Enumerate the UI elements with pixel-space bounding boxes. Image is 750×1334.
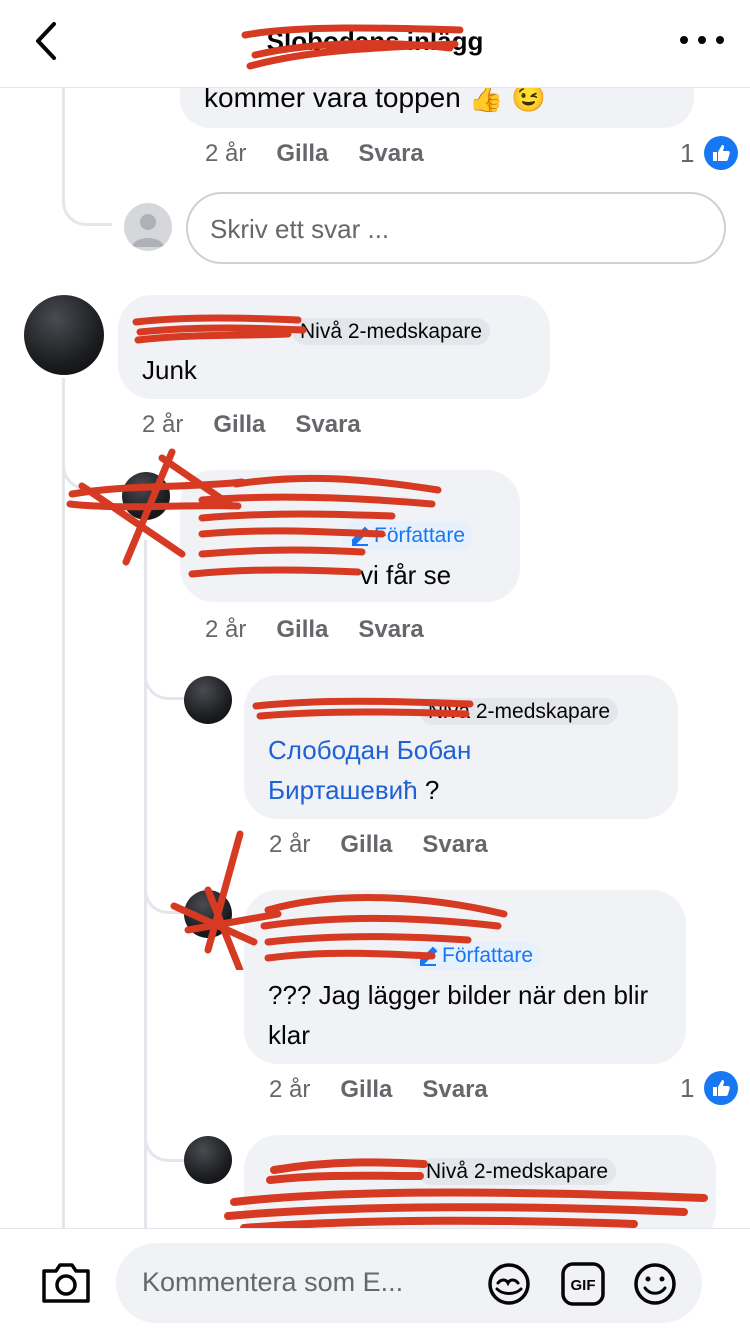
thread-connector [144,860,186,914]
like-link[interactable]: Gilla [213,411,265,438]
role-badge: Nivå 2-medskapare [420,698,619,725]
avatar[interactable] [184,890,232,938]
comment-author[interactable]: Nivå 2-medskapare [268,698,619,725]
comment-meta: 2 år Gilla Svara [269,1076,488,1104]
thread-connector [144,1110,186,1162]
like-count[interactable]: 1 [680,1071,739,1105]
comment-meta: 2 år Gilla Svara [205,616,424,644]
reply-input-placeholder: Skriv ett svar ... [210,214,390,244]
comment-age: 2 år [205,616,247,643]
mention-link[interactable]: Слободан Бобан [268,735,471,765]
role-badge: Författare [374,524,466,547]
avatar[interactable] [122,472,170,520]
comment-text: vi får se [204,555,451,595]
comment-meta: 2 år Gilla Svara [205,140,424,168]
comment-composer-bar: Kommentera som E... GIF [0,1228,750,1334]
comment-author[interactable]: Författare [268,942,542,972]
author-badge: Författare [410,942,542,970]
user-avatar [124,203,172,251]
thread-connector [144,650,186,700]
role-badge: Författare [442,944,534,967]
like-count-number: 1 [680,137,695,168]
reply-link[interactable]: Svara [358,140,423,167]
like-count-number: 1 [680,1072,695,1103]
thread-connector [62,88,112,226]
like-link[interactable]: Gilla [276,616,328,643]
thread-line [62,378,65,1228]
comment-author[interactable]: Nivå 2-medskapare [268,1158,617,1185]
avatar-sticker-icon[interactable] [486,1261,532,1307]
like-icon [704,136,739,170]
reply-input[interactable]: Skriv ett svar ... [186,192,726,264]
like-link[interactable]: Gilla [276,140,328,167]
comment-author[interactable]: Författare [204,522,474,552]
comment-meta: 2 år Gilla Svara [269,831,488,859]
avatar[interactable] [184,1136,232,1184]
page-title: Slobodans inlägg [266,26,484,56]
comment-text-suffix: ? [417,775,440,805]
role-badge: Nivå 2-medskapare [418,1158,617,1185]
reply-link[interactable]: Svara [422,1076,487,1103]
svg-text:GIF: GIF [571,1277,596,1294]
comment-age: 2 år [269,1076,311,1103]
comment-input[interactable]: Kommentera som E... GIF [116,1243,702,1323]
gif-icon[interactable]: GIF [560,1261,606,1307]
like-icon [704,1071,739,1105]
more-icon[interactable] [680,22,724,58]
like-link[interactable]: Gilla [340,831,392,858]
reply-link[interactable]: Svara [358,616,423,643]
pencil-icon [420,946,438,966]
avatar[interactable] [24,295,104,375]
author-badge: Författare [342,522,474,550]
role-badge: Nivå 2-medskapare [292,318,491,345]
comment-text: Слободан Бобан Бирташевић ? [268,730,668,810]
comment-age: 2 år [142,411,184,438]
comment-meta: 2 år Gilla Svara [142,411,361,439]
mention-link[interactable]: Бирташевић [268,775,418,805]
comment-text: Junk [142,355,197,385]
reply-link[interactable]: Svara [422,831,487,858]
like-count[interactable]: 1 [680,136,739,170]
emoji-icon[interactable] [632,1261,678,1307]
comment-author[interactable]: Nivå 2-medskapare [142,318,491,345]
top-bar: Slobodans inlägg [0,0,750,88]
comment-age: 2 år [269,831,311,858]
reply-link[interactable]: Svara [295,411,360,438]
camera-icon[interactable] [40,1259,92,1305]
comment-text: ??? Jag lägger bilder när den blir klar [268,980,649,1050]
comment-input-placeholder: Kommentera som E... [142,1267,404,1297]
pencil-icon [352,526,370,546]
comment-text-body: vi får se [360,560,452,590]
comment-age: 2 år [205,140,247,167]
thread-connector [62,450,132,490]
avatar[interactable] [184,676,232,724]
like-link[interactable]: Gilla [340,1076,392,1103]
